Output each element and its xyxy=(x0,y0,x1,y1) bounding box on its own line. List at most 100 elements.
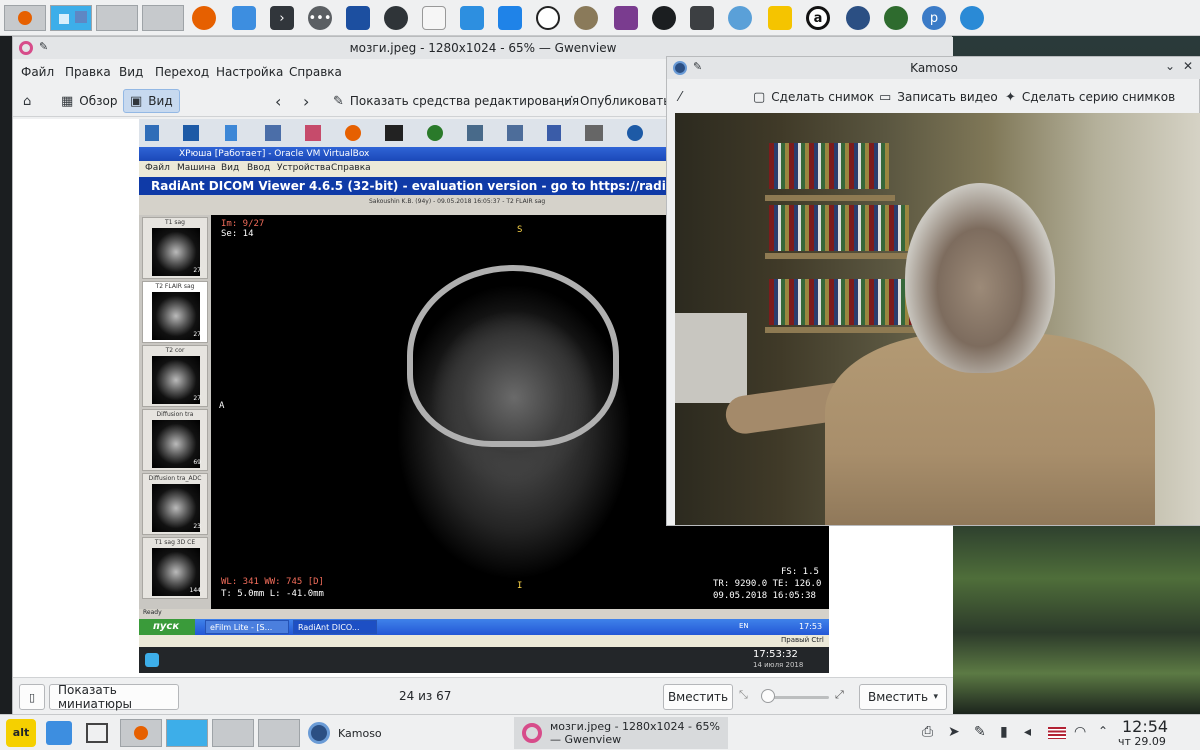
grid-icon: ▦ xyxy=(61,93,74,109)
home-button[interactable]: ⌂ xyxy=(17,89,37,113)
dots-icon[interactable]: ••• xyxy=(308,6,332,30)
zoom-slider-handle[interactable] xyxy=(761,689,775,703)
task-kamoso[interactable]: Kamoso xyxy=(300,717,510,749)
word-icon xyxy=(183,125,199,141)
view-button[interactable]: ▣ Вид xyxy=(123,89,180,113)
desktop-pager-4[interactable] xyxy=(142,5,184,31)
series-thumb: Diffusion tra_ADC 23 xyxy=(142,473,208,535)
record-video-button[interactable]: ▭ Записать видео xyxy=(873,85,1004,109)
previous-button[interactable]: ‹ xyxy=(269,89,287,113)
host-key-label: Правый Ctrl xyxy=(781,636,824,644)
alt-menu-button[interactable]: alt xyxy=(6,719,36,747)
show-thumbnails-button[interactable]: Показать миниатюры xyxy=(49,683,179,711)
kamoso-titlebar[interactable]: ✎ Kamoso ⌄ ✕ xyxy=(667,57,1200,79)
note-icon[interactable] xyxy=(768,6,792,30)
film-strip-icon[interactable] xyxy=(614,6,638,30)
minimize-icon[interactable]: ⌄ xyxy=(1165,59,1175,73)
task-kamoso-label: Kamoso xyxy=(338,726,382,740)
download-icon xyxy=(225,125,237,141)
linux-icon[interactable] xyxy=(536,6,560,30)
take-photo-button[interactable]: ▢ Сделать снимок xyxy=(747,85,880,109)
clock-date[interactable]: чт 29.09 xyxy=(1118,735,1166,748)
menu-file[interactable]: Файл xyxy=(21,65,54,79)
blue-file-icon[interactable] xyxy=(498,6,522,30)
headphones-icon[interactable] xyxy=(652,6,676,30)
document-icon[interactable] xyxy=(422,6,446,30)
desktop-pager-1[interactable] xyxy=(4,5,46,31)
window-icon xyxy=(75,11,87,23)
menu-edit[interactable]: Правка xyxy=(65,65,111,79)
clipboard-icon[interactable]: ⎙ xyxy=(922,724,933,740)
thumb-count: 69 xyxy=(193,459,201,466)
edit-tools-button[interactable]: ✎ Показать средства редактирования xyxy=(327,89,585,113)
xp-task-efilm: eFilm Lite - [S... xyxy=(205,620,289,634)
zoom-out-icon[interactable]: ⤡ xyxy=(739,688,748,702)
wifi-icon[interactable]: ◠ xyxy=(1074,724,1086,740)
globe-icon xyxy=(427,125,443,141)
vbox-menu-help: Справка xyxy=(331,163,371,173)
dvd-icon[interactable] xyxy=(728,6,752,30)
burst-button[interactable]: ✦ Сделать серию снимков xyxy=(999,85,1181,109)
thumb-label: T1 sag xyxy=(164,219,185,226)
slice-thickness: T: 5.0mm L: -41.0mm xyxy=(221,589,324,599)
video-camera-icon: ▭ xyxy=(879,89,892,105)
disk-icon[interactable] xyxy=(384,6,408,30)
telegram-icon[interactable]: ➤ xyxy=(948,724,960,740)
film-icon[interactable] xyxy=(346,6,370,30)
host-panel: 17:53:32 14 июля 2018 xyxy=(139,647,829,673)
home-folder-icon[interactable] xyxy=(46,721,72,745)
firefox-icon[interactable] xyxy=(192,6,216,30)
window-title: мозги.jpeg - 1280x1024 - 65% — Gwenview xyxy=(349,41,617,55)
volume-icon[interactable]: ◂ xyxy=(1024,724,1031,740)
vbox-menu-file: Файл xyxy=(145,163,170,173)
desktop-pager-2[interactable] xyxy=(50,5,92,31)
menu-go[interactable]: Переход xyxy=(155,65,209,79)
orientation-bottom: I xyxy=(517,581,523,591)
series-thumbnails: T1 sag 27 T2 FLAIR sag 27 T2 cor 27 Diff… xyxy=(139,215,211,609)
a-circle-icon[interactable]: a xyxy=(806,6,830,30)
media-player-icon[interactable] xyxy=(690,6,714,30)
menu-help[interactable]: Справка xyxy=(289,65,342,79)
gimp-icon[interactable] xyxy=(574,6,598,30)
publish-label: Опубликовать xyxy=(580,94,671,108)
close-icon[interactable]: ✕ xyxy=(1183,59,1193,73)
us-flag-icon[interactable] xyxy=(1048,727,1066,739)
globe-icon[interactable] xyxy=(884,6,908,30)
clock-time[interactable]: 12:54 xyxy=(1122,717,1168,736)
menu-settings[interactable]: Настройка xyxy=(216,65,283,79)
bottom-pager-2[interactable] xyxy=(166,719,208,747)
task-gwenview[interactable]: мозги.jpeg - 1280x1024 - 65% — Gwenview xyxy=(514,717,728,749)
bottom-pager-4[interactable] xyxy=(258,719,300,747)
kamoso-toolbar: ⁄ ▢ Сделать снимок ▭ Записать видео ✦ Сд… xyxy=(667,81,1200,111)
home-icon: ⌂ xyxy=(23,93,32,109)
p-icon[interactable]: p xyxy=(922,6,946,30)
pen-icon[interactable]: ✎ xyxy=(974,724,986,740)
megaphone-icon xyxy=(507,125,523,141)
effects-button[interactable]: ⁄ xyxy=(673,85,687,109)
battery-icon[interactable]: ▮ xyxy=(1000,724,1008,740)
network-icon[interactable] xyxy=(960,6,984,30)
bottom-pager-1[interactable] xyxy=(120,719,162,747)
terminal-icon xyxy=(385,125,403,141)
chevron-up-icon[interactable]: ⌃ xyxy=(1098,724,1108,738)
zoom-in-icon[interactable]: ⤢ xyxy=(835,688,844,702)
cube-icon xyxy=(547,125,561,141)
bottom-pager-3[interactable] xyxy=(212,719,254,747)
next-button[interactable]: › xyxy=(297,89,315,113)
thumb-label: T2 FLAIR sag xyxy=(155,283,195,290)
browse-button[interactable]: ▦ Обзор xyxy=(55,89,123,113)
window-level: WL: 341 WW: 745 [D] xyxy=(221,577,324,587)
zoom-select[interactable]: Вместить ▾ xyxy=(859,684,947,710)
series-thumb: T1 sag 27 xyxy=(142,217,208,279)
bottom-panel: alt Kamoso мозги.jpeg - 1280x1024 - 65% … xyxy=(0,714,1200,750)
webcam-icon[interactable] xyxy=(846,6,870,30)
sidebar-toggle-button[interactable]: ▯ xyxy=(19,684,45,710)
menu-view[interactable]: Вид xyxy=(119,65,143,79)
fit-button[interactable]: Вместить xyxy=(663,684,733,710)
folder-icon[interactable] xyxy=(232,6,256,30)
show-desktop-icon[interactable] xyxy=(86,723,108,743)
desktop-pager-3[interactable] xyxy=(96,5,138,31)
take-photo-label: Сделать снимок xyxy=(771,90,875,104)
blue-doc-icon[interactable] xyxy=(460,6,484,30)
terminal-icon[interactable]: › xyxy=(270,6,294,30)
